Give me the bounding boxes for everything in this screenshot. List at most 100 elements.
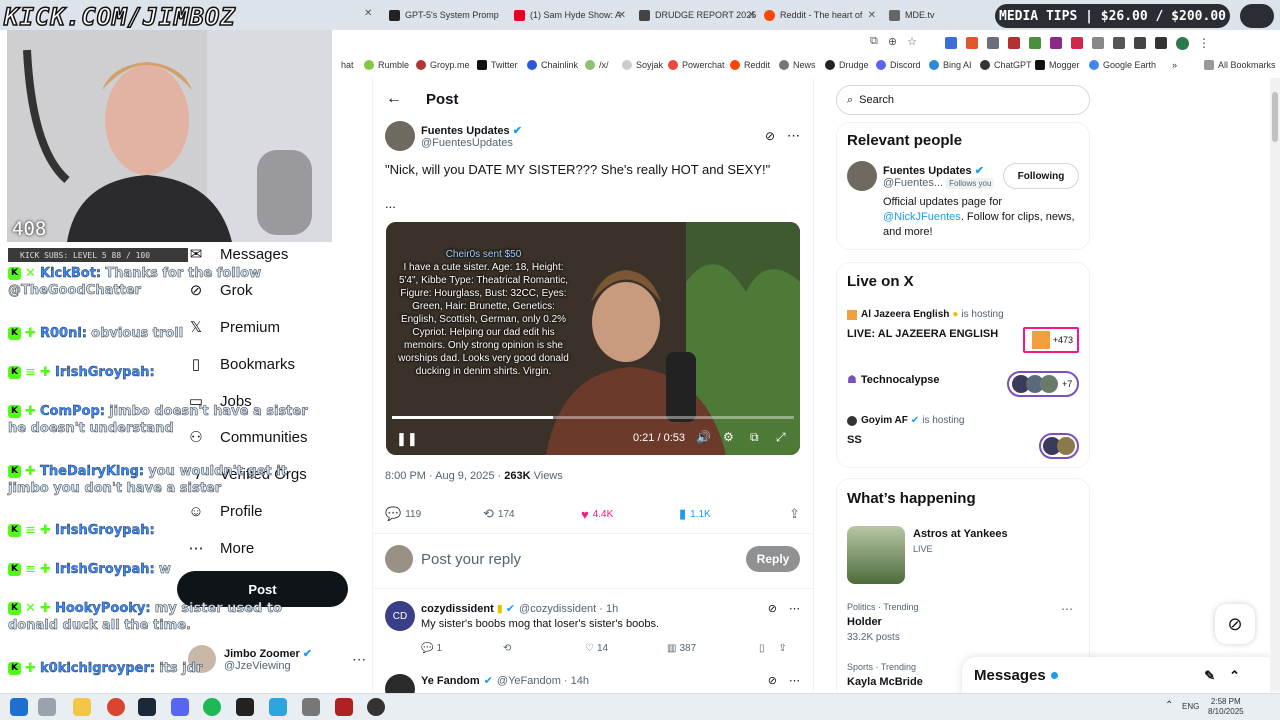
clock[interactable]: 2:58 PM 8/10/2025 [1208, 697, 1244, 717]
expand-chevron-icon[interactable]: ⌃ [1229, 668, 1240, 684]
task-view-icon[interactable] [38, 698, 56, 716]
rp-bio-link[interactable]: @NickJFuentes [883, 211, 961, 223]
bookmark-item[interactable]: Rumble [364, 60, 409, 70]
video-progress-track[interactable] [392, 416, 794, 419]
tray-chevron-icon[interactable]: ⌃ [1165, 700, 1173, 711]
grok-icon[interactable]: ⊘ [768, 602, 777, 615]
steam-icon[interactable] [138, 698, 156, 716]
extension-icon[interactable] [1071, 37, 1083, 49]
file-explorer-icon[interactable] [73, 698, 91, 716]
bookmark-item[interactable]: All Bookmarks [1204, 60, 1276, 70]
extension-icon[interactable] [1029, 37, 1041, 49]
bookmark-icon[interactable]: ▯ [759, 643, 765, 654]
new-message-icon[interactable]: ✎ [1204, 668, 1215, 684]
bookmark-item[interactable]: Discord [876, 60, 921, 70]
fullscreen-icon[interactable]: ⤢ [776, 430, 786, 445]
menu-lines-icon[interactable] [1155, 37, 1167, 49]
following-button[interactable]: Following [1003, 163, 1079, 189]
settings-gear-icon[interactable]: ⚙ [723, 430, 734, 444]
browser-tab[interactable]: (1) Sam Hyde Show: A ✕ [510, 4, 630, 26]
like-action[interactable]: ♥ 4.4K [581, 507, 679, 522]
telegram-icon[interactable] [269, 698, 287, 716]
volume-icon[interactable]: 🔊 [696, 430, 711, 444]
browser-tab[interactable]: GPT-5's System Promp [385, 4, 510, 26]
star-icon[interactable]: ☆ [907, 35, 917, 48]
extension-icon[interactable] [945, 37, 957, 49]
post-more-icon[interactable]: ⋯ [787, 128, 800, 144]
like-action[interactable]: ♡ 14 [585, 643, 667, 654]
bookmark-item[interactable]: Chainlink [527, 60, 578, 70]
app-icon[interactable] [302, 698, 320, 716]
reply-more-icon[interactable]: ⋯ [789, 602, 800, 615]
trend-item[interactable]: Politics · Trending Holder 33.2K posts ⋯ [847, 602, 1079, 643]
bookmark-item[interactable]: /x/ [585, 60, 609, 70]
bookmark-item[interactable]: News [779, 60, 816, 70]
sidepanel-icon[interactable] [1134, 37, 1146, 49]
trend-more-icon[interactable]: ⋯ [1061, 602, 1073, 616]
bookmark-item[interactable]: Soyjak [622, 60, 663, 70]
live-item[interactable]: Al Jazeera English ● is hosting LIVE: AL J… [847, 309, 1079, 353]
grok-icon[interactable]: ⊘ [768, 674, 777, 687]
extension-icon[interactable] [1050, 37, 1062, 49]
spotify-icon[interactable] [203, 698, 221, 716]
install-icon[interactable]: ⧉ [870, 35, 878, 48]
trend-item[interactable]: Astros at Yankees LIVE [847, 526, 1008, 584]
zoom-icon[interactable]: ⊕ [888, 35, 897, 48]
views-action[interactable]: ▥ 387 [667, 643, 759, 654]
bookmark-action[interactable]: ▮ 1.1K [679, 506, 777, 522]
app-icon[interactable] [335, 698, 353, 716]
bookmark-item[interactable]: Powerchat [668, 60, 725, 70]
scrollbar-thumb[interactable] [1272, 92, 1278, 142]
live-item[interactable]: ☗ Technocalypse +7 [847, 371, 1079, 397]
extension-icon[interactable] [1008, 37, 1020, 49]
extensions-puzzle-icon[interactable] [1113, 37, 1125, 49]
extension-icon[interactable] [1092, 37, 1104, 49]
grok-icon[interactable]: ⊘ [765, 129, 775, 143]
bookmark-item[interactable]: Twitter [477, 60, 518, 70]
bookmark-item[interactable]: Groyp.me [416, 60, 470, 70]
avatar[interactable] [385, 121, 415, 151]
share-icon[interactable]: ⇪ [789, 506, 800, 522]
start-windows-icon[interactable] [10, 698, 28, 716]
bookmark-item[interactable]: Google Earth [1089, 60, 1156, 70]
reply-button[interactable]: Reply [746, 546, 800, 572]
extension-icon[interactable] [966, 37, 978, 49]
kebab-menu-icon[interactable]: ⋮ [1198, 36, 1210, 50]
close-tab-icon[interactable]: ✕ [868, 10, 876, 21]
nav-messages[interactable]: ✉ Messages [186, 244, 289, 264]
language-indicator[interactable]: ENG [1182, 702, 1199, 711]
reply-input[interactable]: Post your reply [421, 551, 521, 568]
chrome-icon[interactable] [107, 698, 125, 716]
relevant-person[interactable]: Fuentes Updates ✔ @Fuentes... Follows yo… [837, 149, 1089, 191]
reply-action[interactable]: 💬 119 [385, 506, 483, 522]
bookmark-item[interactable]: Bing AI [929, 60, 972, 70]
obs-icon[interactable] [367, 698, 385, 716]
bookmark-item[interactable]: Mogger [1035, 60, 1080, 70]
bookmark-item[interactable]: hat [341, 60, 354, 70]
reply-action[interactable]: 💬 1 [421, 643, 503, 654]
page-scrollbar[interactable] [1270, 78, 1280, 692]
search-input[interactable]: ⌕ Search [836, 85, 1090, 115]
close-tab-icon[interactable]: ✕ [748, 10, 756, 21]
nav-more[interactable]: ⋯ More [186, 538, 255, 558]
back-arrow-icon[interactable]: ← [386, 90, 402, 108]
bookmark-item[interactable]: Drudge [825, 60, 869, 70]
close-tab-icon[interactable]: ✕ [618, 10, 626, 21]
browser-tab[interactable]: MDE.tv [885, 4, 985, 26]
bookmark-item[interactable]: ChatGPT [980, 60, 1032, 70]
discord-icon[interactable] [171, 698, 189, 716]
reply-post[interactable]: CD cozydissident ▮ ✔ @cozydissident · 1h… [385, 601, 800, 654]
messages-drawer[interactable]: Messages ✎ ⌃ [962, 657, 1280, 694]
terminal-icon[interactable] [236, 698, 254, 716]
nav-profile[interactable]: ☺ Profile [186, 501, 262, 521]
account-more-icon[interactable]: ⋯ [352, 651, 366, 668]
close-tab-icon[interactable]: ✕ [364, 8, 372, 19]
reply-more-icon[interactable]: ⋯ [789, 674, 800, 687]
extension-icon[interactable] [987, 37, 999, 49]
share-icon[interactable]: ⇪ [779, 643, 787, 654]
repost-action[interactable]: ⟲ [503, 643, 585, 654]
profile-avatar-icon[interactable] [1176, 36, 1189, 50]
author-name-row[interactable]: Fuentes Updates ✔ [421, 124, 522, 137]
bookmark-item[interactable]: Reddit [730, 60, 770, 70]
avatar[interactable]: CD [385, 601, 415, 631]
